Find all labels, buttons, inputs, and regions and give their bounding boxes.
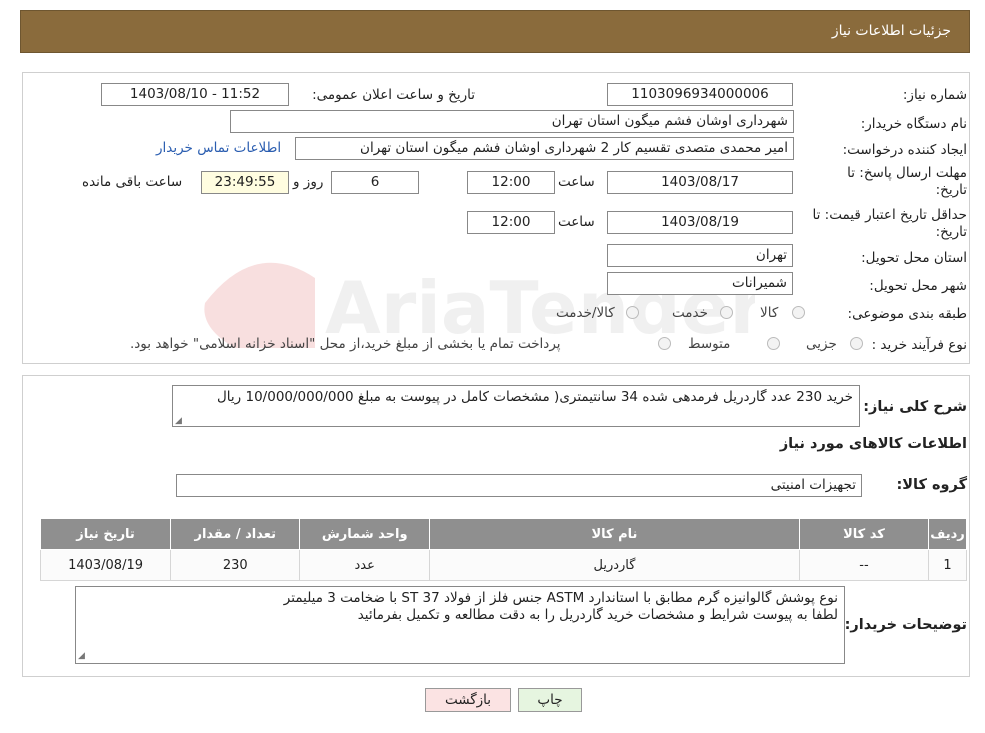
resize-grip-icon[interactable]: ◢ <box>175 416 185 426</box>
deadline-time-field: 12:00 <box>467 171 555 194</box>
process-minor-radio[interactable] <box>850 337 863 350</box>
need-number-label: شماره نیاز: <box>902 87 967 103</box>
buyer-org-label: نام دستگاه خریدار: <box>860 116 967 132</box>
print-button[interactable]: چاپ <box>518 688 582 712</box>
table-row: 1 -- گاردریل عدد 230 1403/08/19 <box>39 549 967 581</box>
process-medium-label: متوسط <box>688 336 731 352</box>
process-type-label: نوع فرآیند خرید : <box>871 337 967 353</box>
deadline-time-word: ساعت <box>558 174 595 190</box>
requester-field: امیر محمدی متصدی تقسیم کار 2 شهرداری اوش… <box>295 137 794 160</box>
price-validity-date-field: 1403/08/19 <box>607 211 793 234</box>
treasury-note: پرداخت تمام یا بخشی از مبلغ خرید،از محل … <box>130 336 561 352</box>
announce-datetime-label: تاریخ و ساعت اعلان عمومی: <box>312 87 475 103</box>
buyer-org-field: شهرداری اوشان فشم میگون استان تهران <box>230 110 794 133</box>
description-text: خرید 230 عدد گاردریل فرمدهی شده 34 سانتی… <box>172 385 860 427</box>
cell-item-code: -- <box>798 549 930 581</box>
price-validity-label: حداقل تاریخ اعتبار قیمت: تا <box>812 207 967 223</box>
category-service-radio[interactable] <box>720 306 733 319</box>
page-header: جزئیات اطلاعات نیاز <box>20 10 970 53</box>
price-validity-label-date: تاریخ: <box>935 224 967 240</box>
back-button[interactable]: بازگشت <box>425 688 511 712</box>
deadline-date-field: 1403/08/17 <box>607 171 793 194</box>
process-minor-label: جزیی <box>806 336 837 352</box>
category-goods-label: کالا <box>760 305 779 321</box>
cell-unit: عدد <box>299 549 430 581</box>
buyer-notes-text: نوع پوشش گالوانیزه گرم مطابق با استاندار… <box>75 586 845 664</box>
cell-item-name: گاردریل <box>429 549 800 581</box>
goods-table: ردیف کد کالا نام کالا واحد شمارش تعداد /… <box>39 518 967 581</box>
days-remaining-field: 6 <box>331 171 419 194</box>
treasury-checkbox[interactable] <box>658 337 671 350</box>
cell-quantity: 230 <box>170 549 301 581</box>
goods-table-header-row: ردیف کد کالا نام کالا واحد شمارش تعداد /… <box>39 518 967 550</box>
goods-info-title: اطلاعات کالاهای مورد نیاز <box>779 436 967 452</box>
buyer-notes-line-1: نوع پوشش گالوانیزه گرم مطابق با استاندار… <box>283 590 838 606</box>
requester-label: ایجاد کننده درخواست: <box>842 142 967 158</box>
buyer-notes-label: توضیحات خریدار: <box>844 617 967 633</box>
process-medium-radio[interactable] <box>767 337 780 350</box>
delivery-province-label: استان محل تحویل: <box>861 250 967 266</box>
price-validity-time-field: 12:00 <box>467 211 555 234</box>
need-number-field: 1103096934000006 <box>607 83 793 106</box>
category-goods-service-label: کالا/خدمت <box>556 305 615 321</box>
goods-table-wrapper: ردیف کد کالا نام کالا واحد شمارش تعداد /… <box>39 518 967 581</box>
remaining-time-field: 23:49:55 <box>201 171 289 194</box>
announce-datetime-field: 1403/08/10 - 11:52 <box>101 83 289 106</box>
resize-grip-icon[interactable]: ◢ <box>78 651 88 661</box>
buyer-notes-line-2: لطفا به پیوست شرایط و مشخصات خرید گاردری… <box>357 607 838 623</box>
col-header-unit: واحد شمارش <box>299 518 430 550</box>
cell-need-date: 1403/08/19 <box>39 549 172 581</box>
remaining-time-word: ساعت باقی مانده <box>82 174 183 190</box>
cell-row-number: 1 <box>928 549 967 581</box>
delivery-province-field: تهران <box>607 244 793 267</box>
deadline-label: مهلت ارسال پاسخ: تا <box>847 165 967 181</box>
col-header-item-name: نام کالا <box>429 518 800 550</box>
category-goods-service-radio[interactable] <box>626 306 639 319</box>
description-label: شرح کلی نیاز: <box>863 399 967 415</box>
category-service-label: خدمت <box>672 305 708 321</box>
buyer-contact-link[interactable]: اطلاعات تماس خریدار <box>156 140 281 156</box>
page-title: جزئیات اطلاعات نیاز <box>831 23 951 39</box>
col-header-row-number: ردیف <box>928 518 967 550</box>
price-validity-time-word: ساعت <box>558 214 595 230</box>
category-goods-radio[interactable] <box>792 306 805 319</box>
deadline-label-date: تاریخ: <box>935 182 967 198</box>
goods-group-label: گروه کالا: <box>896 477 967 493</box>
description-value: خرید 230 عدد گاردریل فرمدهی شده 34 سانتی… <box>217 389 853 405</box>
days-word: روز و <box>293 174 324 190</box>
goods-group-field: تجهیزات امنیتی <box>176 474 862 497</box>
col-header-need-date: تاریخ نیاز <box>39 518 172 550</box>
category-label: طبقه بندی موضوعی: <box>847 306 967 322</box>
col-header-item-code: کد کالا <box>798 518 930 550</box>
delivery-city-label: شهر محل تحویل: <box>869 278 967 294</box>
col-header-quantity: تعداد / مقدار <box>170 518 301 550</box>
delivery-city-field: شمیرانات <box>607 272 793 295</box>
